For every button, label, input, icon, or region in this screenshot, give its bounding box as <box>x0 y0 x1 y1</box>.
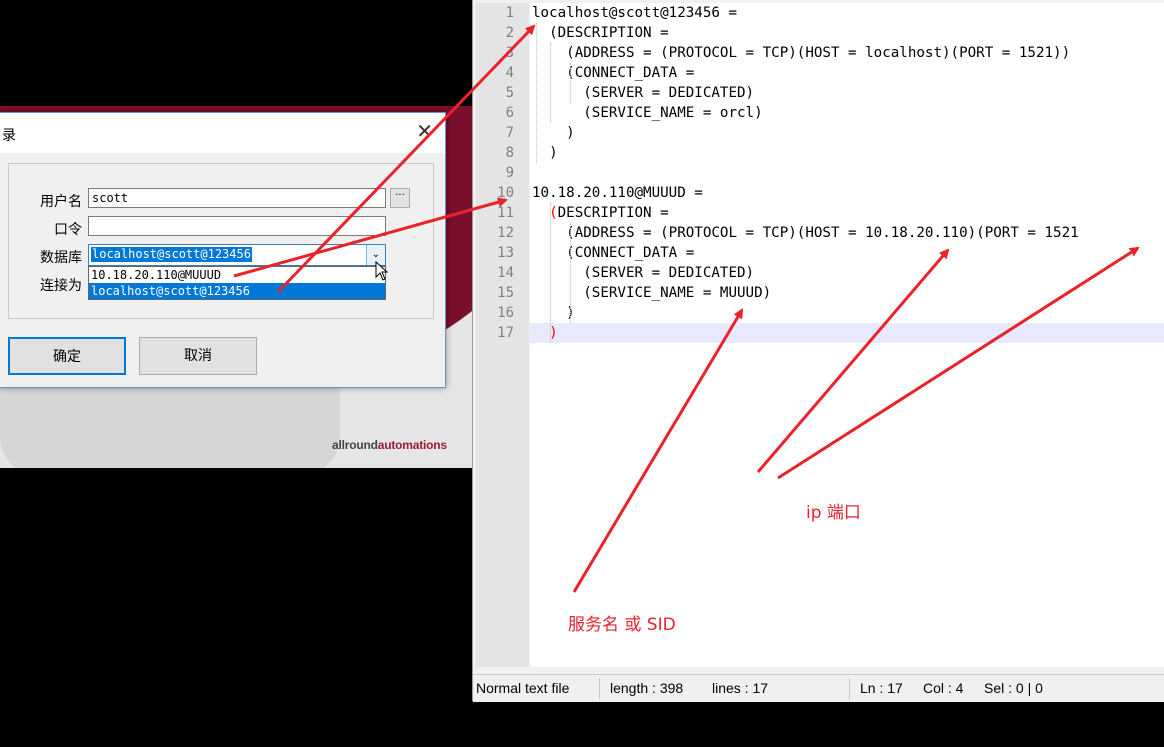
line-number: 11 <box>497 205 514 221</box>
line-number: 6 <box>505 105 514 121</box>
dialog-titlebar: 录 ✕ <box>0 113 445 153</box>
code-area[interactable]: localhost@scott@123456 = (DESCRIPTION = … <box>530 3 1164 667</box>
annotation-service-name: 服务名 或 SID <box>568 615 676 635</box>
database-dropdown-list: 10.18.20.110@MUUUD localhost@scott@12345… <box>88 266 386 300</box>
line-number: 16 <box>497 305 514 321</box>
code-line: (DESCRIPTION = <box>532 25 669 41</box>
line-number-gutter: 1 2 3 4 5 6 7 8 9 10 11 12 13 14 15 16 17 <box>476 3 529 667</box>
database-select[interactable]: localhost@scott@123456 ⌄ <box>88 244 386 266</box>
code-line: (CONNECT_DATA = <box>532 245 695 261</box>
code-line: (SERVICE_NAME = MUUUD) <box>532 285 772 301</box>
line-number: 2 <box>505 25 514 41</box>
code-line: localhost@scott@123456 = <box>532 5 737 21</box>
logo-text: allroundautomations <box>332 438 447 452</box>
indent-guide <box>570 63 571 103</box>
connect-as-label: 连接为 <box>40 278 82 294</box>
line-number: 4 <box>505 65 514 81</box>
indent-guide <box>550 43 551 123</box>
line-number: 14 <box>497 265 514 281</box>
password-input[interactable] <box>88 216 386 236</box>
code-line: (SERVICE_NAME = orcl) <box>532 105 763 121</box>
cancel-button[interactable]: 取消 <box>139 337 257 375</box>
status-sel: Sel : 0 | 0 <box>984 680 1043 696</box>
line-number: 5 <box>505 85 514 101</box>
code-line: (DESCRIPTION = <box>549 205 669 221</box>
code-line: ) <box>532 323 558 343</box>
code-line: (CONNECT_DATA = <box>532 65 695 81</box>
code-line: (ADDRESS = (PROTOCOL = TCP)(HOST = local… <box>532 45 1071 61</box>
line-number: 10 <box>497 185 514 201</box>
code-line: (SERVER = DEDICATED) <box>532 85 755 101</box>
line-number: 8 <box>505 145 514 161</box>
line-number: 7 <box>505 125 514 141</box>
status-lines: lines : 17 <box>712 680 769 696</box>
line-number: 9 <box>505 165 514 181</box>
code-line: 10.18.20.110@MUUUD = <box>532 185 703 201</box>
dropdown-option-selected[interactable]: localhost@scott@123456 <box>89 283 385 299</box>
status-mode: Normal text file <box>476 680 570 696</box>
line-number: 12 <box>497 225 514 241</box>
indent-guide <box>550 203 551 343</box>
code-line: ) <box>532 125 575 141</box>
code-line: ) <box>532 305 575 321</box>
annotation-ip-port: ip 端口 <box>806 503 861 523</box>
mouse-cursor-icon <box>375 261 389 281</box>
line-number: 13 <box>497 245 514 261</box>
browse-button[interactable]: ··· <box>390 188 410 208</box>
current-line-highlight <box>530 323 1164 343</box>
database-label: 数据库 <box>40 250 82 266</box>
close-icon[interactable]: ✕ <box>416 119 433 143</box>
line-number: 3 <box>505 45 514 61</box>
indent-guide <box>536 23 537 163</box>
code-line: (SERVER = DEDICATED) <box>532 265 755 281</box>
ok-button[interactable]: 确定 <box>8 337 126 375</box>
code-line: (ADDRESS = (PROTOCOL = TCP)(HOST = 10.18… <box>532 225 1079 241</box>
status-length: length : 398 <box>610 680 684 696</box>
database-selected-value: localhost@scott@123456 <box>91 247 252 262</box>
text-editor: 1 2 3 4 5 6 7 8 9 10 11 12 13 14 15 16 17 localhost@scot… <box>472 0 1164 702</box>
dropdown-option[interactable]: 10.18.20.110@MUUUD <box>89 267 385 283</box>
line-number: 17 <box>497 325 514 341</box>
dialog-title: 录 <box>2 128 16 144</box>
line-number: 1 <box>505 5 514 21</box>
status-bar: Normal text file length : 398 lines : 17… <box>473 674 1164 702</box>
line-number: 15 <box>497 285 514 301</box>
status-col: Col : 4 <box>923 680 964 696</box>
status-ln: Ln : 17 <box>860 680 903 696</box>
username-input[interactable]: scott <box>88 188 386 208</box>
username-label: 用户名 <box>40 194 82 210</box>
indent-guide <box>570 223 571 323</box>
password-label: 口令 <box>54 222 82 238</box>
